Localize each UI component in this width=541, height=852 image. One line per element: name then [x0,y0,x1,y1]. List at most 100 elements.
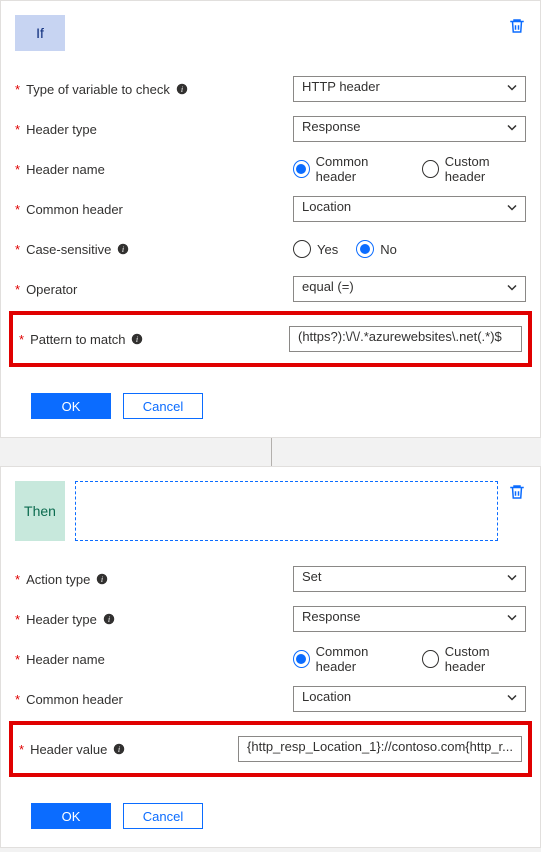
row-header-type: * Header type Response [15,109,526,149]
row-type-of-variable: * Type of variable to check i HTTP heade… [15,69,526,109]
radio-label: Custom header [445,644,526,674]
required-marker: * [15,162,20,177]
required-marker: * [15,242,20,257]
select-value: HTTP header [293,76,526,102]
label-action-type: * Action type i [15,572,285,587]
info-icon[interactable]: i [176,83,188,95]
radio-common-header[interactable]: Common header [293,154,404,184]
radio-yes[interactable]: Yes [293,240,338,258]
label-common-header: * Common header [15,202,285,217]
label-text: Common header [26,202,123,217]
required-marker: * [15,82,20,97]
label-common-header-2: * Common header [15,692,285,707]
then-drop-area[interactable] [75,481,498,541]
connector-gap [0,438,541,466]
required-marker: * [15,572,20,587]
ok-button-2[interactable]: OK [31,803,111,829]
required-marker: * [15,692,20,707]
row-common-header: * Common header Location [15,189,526,229]
button-label: Cancel [143,809,183,824]
connector-line [271,438,272,466]
common-header-select-2[interactable]: Location [293,686,526,712]
then-button-row: OK Cancel [31,803,526,829]
radio-custom-header-2[interactable]: Custom header [422,644,526,674]
required-marker: * [15,202,20,217]
radio-icon [356,240,374,258]
cancel-button[interactable]: Cancel [123,393,203,419]
radio-icon [293,650,310,668]
label-header-type-2: * Header type i [15,612,285,627]
radio-no[interactable]: No [356,240,397,258]
row-common-header-2: * Common header Location [15,679,526,719]
radio-label: Custom header [445,154,526,184]
row-header-type-2: * Header type i Response [15,599,526,639]
operator-select[interactable]: equal (=) [293,276,526,302]
delete-button[interactable] [508,17,526,37]
then-card: Then * Action type i Set * Header type [0,466,541,848]
required-marker: * [15,612,20,627]
highlight-header-value-row: * Header value i {http_resp_Location_1}:… [9,721,532,777]
required-marker: * [19,332,24,347]
if-badge-label: If [36,25,44,41]
radio-label: Common header [316,154,405,184]
if-badge: If [15,15,65,51]
label-header-value: * Header value i [19,742,230,757]
highlight-pattern-row: * Pattern to match i (https?):\/\/.*azur… [9,311,532,367]
info-icon[interactable]: i [103,613,115,625]
label-text: Common header [26,692,123,707]
label-pattern: * Pattern to match i [19,332,281,347]
if-header-row: If [15,15,526,51]
row-action-type: * Action type i Set [15,559,526,599]
then-header-row: Then [15,481,526,541]
label-operator: * Operator [15,282,285,297]
then-badge: Then [15,481,65,541]
row-operator: * Operator equal (=) [15,269,526,309]
info-icon[interactable]: i [113,743,125,755]
row-header-name-2: * Header name Common header Custom heade… [15,639,526,679]
radio-label: Yes [317,242,338,257]
label-header-name-2: * Header name [15,652,285,667]
required-marker: * [15,282,20,297]
label-text: Type of variable to check [26,82,170,97]
label-text: Operator [26,282,77,297]
label-header-name: * Header name [15,162,285,177]
label-text: Header type [26,122,97,137]
action-type-select[interactable]: Set [293,566,526,592]
radio-label: No [380,242,397,257]
then-badge-label: Then [24,503,56,519]
type-of-variable-select[interactable]: HTTP header [293,76,526,102]
info-icon[interactable]: i [96,573,108,585]
common-header-select[interactable]: Location [293,196,526,222]
info-icon[interactable]: i [131,333,143,345]
header-value-input[interactable]: {http_resp_Location_1}://contoso.com{htt… [238,736,522,762]
select-value: Location [293,686,526,712]
label-text: Action type [26,572,90,587]
cancel-button-2[interactable]: Cancel [123,803,203,829]
if-card: If * Type of variable to check i HTTP he… [0,0,541,438]
delete-button[interactable] [508,483,526,503]
label-case-sensitive: * Case-sensitive i [15,242,285,257]
row-case-sensitive: * Case-sensitive i Yes No [15,229,526,269]
select-value: equal (=) [293,276,526,302]
radio-common-header-2[interactable]: Common header [293,644,404,674]
info-icon[interactable]: i [117,243,129,255]
label-text: Case-sensitive [26,242,111,257]
label-text: Pattern to match [30,332,125,347]
radio-icon [422,650,439,668]
required-marker: * [19,742,24,757]
label-text: Header name [26,162,105,177]
radio-label: Common header [316,644,405,674]
select-value: Location [293,196,526,222]
ok-button[interactable]: OK [31,393,111,419]
radio-custom-header[interactable]: Custom header [422,154,526,184]
select-value: Set [293,566,526,592]
label-header-type: * Header type [15,122,285,137]
radio-icon [293,160,310,178]
label-type-of-variable: * Type of variable to check i [15,82,285,97]
header-type-select[interactable]: Response [293,116,526,142]
radio-icon [422,160,439,178]
label-text: Header type [26,612,97,627]
button-label: Cancel [143,399,183,414]
header-type-select-2[interactable]: Response [293,606,526,632]
pattern-input[interactable]: (https?):\/\/.*azurewebsites\.net(.*)$ [289,326,522,352]
